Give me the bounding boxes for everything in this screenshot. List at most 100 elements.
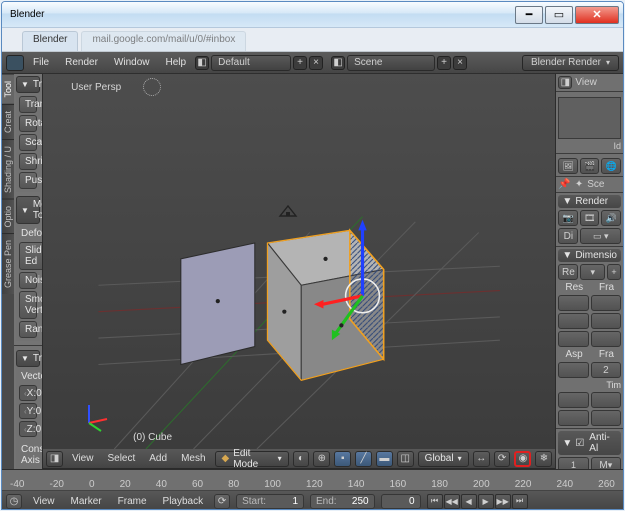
vector-z-field[interactable]: ‹Z:0.015› [19,421,37,437]
scene-del-button[interactable]: × [453,56,467,70]
res-x-field[interactable] [558,295,588,311]
preset-add-button[interactable]: + [607,264,621,280]
context-world-icon[interactable]: 🌐 [601,158,621,174]
screen-layout-dropdown[interactable]: Default [211,55,291,71]
vertex-select-icon[interactable]: ▪ [334,451,351,467]
vector-x-field[interactable]: ‹X:0.000› [19,385,37,401]
timeline-view-menu[interactable]: View [28,495,60,508]
menu-window[interactable]: Window [107,55,157,70]
frame-start-field[interactable] [591,295,621,311]
timeline-ruler[interactable]: -40-200204060801001201401601802002202402… [2,470,623,491]
maximize-button[interactable]: ▭ [545,6,573,24]
transform-panel-header[interactable]: ▼Transform [16,76,40,93]
timeline-frame-menu[interactable]: Frame [113,495,152,508]
minimize-button[interactable]: ━ [515,6,543,24]
browser-tab-blender[interactable]: Blender [22,31,78,51]
close-button[interactable]: ✕ [575,6,619,24]
context-scene-icon[interactable]: 🎬 [580,158,600,174]
fps-field[interactable]: 2 [591,362,621,378]
timeline-editor-type-icon[interactable]: ◷ [6,494,22,509]
preset-dropdown[interactable]: ▾ [580,264,605,280]
select-menu[interactable]: Select [102,452,140,465]
pin-icon[interactable]: 📌 [558,179,570,190]
rotate-button[interactable]: Rotate [19,115,37,132]
push-pull-button[interactable]: Push/Pull [19,172,37,189]
3d-viewport[interactable]: User Persp (0) Cube [43,74,555,449]
mesh-menu[interactable]: Mesh [176,452,210,465]
timeline-range-icon[interactable]: ⟳ [214,494,230,509]
tool-tab-shading[interactable]: Shading / U [2,139,14,199]
noise-button[interactable]: Noise [19,272,37,289]
operator-panel-header[interactable]: ▼Translate [16,350,40,367]
mesh-tools-panel-header[interactable]: ▼Mesh Tools [16,196,40,224]
manipulator-rotate-icon[interactable]: ⟳ [494,451,511,467]
keyframe-next-button[interactable]: ▶▶ [495,494,511,509]
render-image-button[interactable]: 📷 [558,210,578,226]
dimensions-panel-header[interactable]: ▼Dimensio [558,249,621,262]
aa-samples-field[interactable]: 1 [558,457,588,469]
randomize-button[interactable]: Randomize [19,321,37,338]
crop-checkbox[interactable] [558,410,588,426]
edge-select-icon[interactable]: ╱ [355,451,372,467]
frame-end-field[interactable] [591,313,621,329]
shading-dropdown-icon[interactable]: ◐ [293,451,310,467]
border-checkbox[interactable] [558,392,588,408]
slide-edge-button[interactable]: Slide Ed [19,242,43,270]
aa-filter-dropdown[interactable]: M▾ [591,457,621,469]
jump-end-button[interactable]: ⏭ [512,494,528,509]
render-audio-button[interactable]: 🔊 [601,210,621,226]
render-engine-dropdown[interactable]: Blender Render▾ [522,55,619,71]
res-y-field[interactable] [558,313,588,329]
play-button[interactable]: ▶ [478,494,494,509]
current-frame-field[interactable]: 0 [381,494,421,509]
menu-render[interactable]: Render [58,55,105,70]
time-remap-new-field[interactable] [591,410,621,426]
tool-tab-grease-pencil[interactable]: Grease Pen [2,233,14,294]
scene-add-button[interactable]: + [437,56,451,70]
layout-add-button[interactable]: + [293,56,307,70]
face-select-icon[interactable]: ▬ [376,451,393,467]
timeline-marker-menu[interactable]: Marker [66,495,107,508]
scene-dropdown[interactable]: Scene [347,55,435,71]
menu-help[interactable]: Help [159,55,194,70]
time-remap-field[interactable] [591,392,621,408]
res-pct-field[interactable] [558,331,588,347]
tool-tab-create[interactable]: Creat [2,104,14,139]
render-panel-header[interactable]: ▼Render [558,195,621,208]
orientation-dropdown[interactable]: Global▾ [418,451,469,467]
proportional-edit-icon[interactable]: ◉ [514,451,531,467]
editor-type-icon[interactable]: ◨ [46,451,63,467]
aspect-x-field[interactable] [558,362,588,378]
context-render-icon[interactable]: 🖼 [558,158,578,174]
translate-button[interactable]: Translate [19,96,37,113]
frame-step-field[interactable] [591,331,621,347]
play-reverse-button[interactable]: ◀ [461,494,477,509]
jump-start-button[interactable]: ⏮ [427,494,443,509]
manipulator-translate-icon[interactable]: ↔ [473,451,490,467]
shrink-fatten-button[interactable]: Shrink/Fatten [19,153,37,170]
render-anim-button[interactable]: 🎞 [580,210,600,226]
add-menu[interactable]: Add [144,452,172,465]
antialias-panel-header[interactable]: ▼☑Anti-Al [558,431,621,455]
tool-tab-tool[interactable]: Tool [2,74,14,104]
menu-file[interactable]: File [26,55,56,70]
layout-prev-button[interactable]: ◧ [195,56,209,70]
display-mode-dropdown[interactable]: ▭ ▾ [580,228,621,244]
vector-y-field[interactable]: ‹Y:0.000› [19,403,37,419]
properties-editor-type-icon[interactable]: ◨ [558,76,572,89]
scale-button[interactable]: Scale [19,134,37,151]
mode-dropdown[interactable]: ◆Edit Mode▾ [215,451,289,467]
end-frame-field[interactable]: End:250 [310,494,375,509]
scene-browse-button[interactable]: ◧ [331,56,345,70]
layout-del-button[interactable]: × [309,56,323,70]
tool-tab-options[interactable]: Optio [2,199,14,234]
start-frame-field[interactable]: Start:1 [236,494,304,509]
smooth-vertex-button[interactable]: Smooth Vertex [19,291,37,319]
keyframe-prev-button[interactable]: ◀◀ [444,494,460,509]
limit-selection-icon[interactable]: ◫ [397,451,414,467]
view-menu[interactable]: View [67,452,99,465]
pivot-dropdown-icon[interactable]: ⊕ [313,451,330,467]
snap-icon[interactable]: ❄ [535,451,552,467]
browser-tab-gmail[interactable]: mail.google.com/mail/u/0/#inbox [81,31,246,51]
timeline-playback-menu[interactable]: Playback [158,495,209,508]
